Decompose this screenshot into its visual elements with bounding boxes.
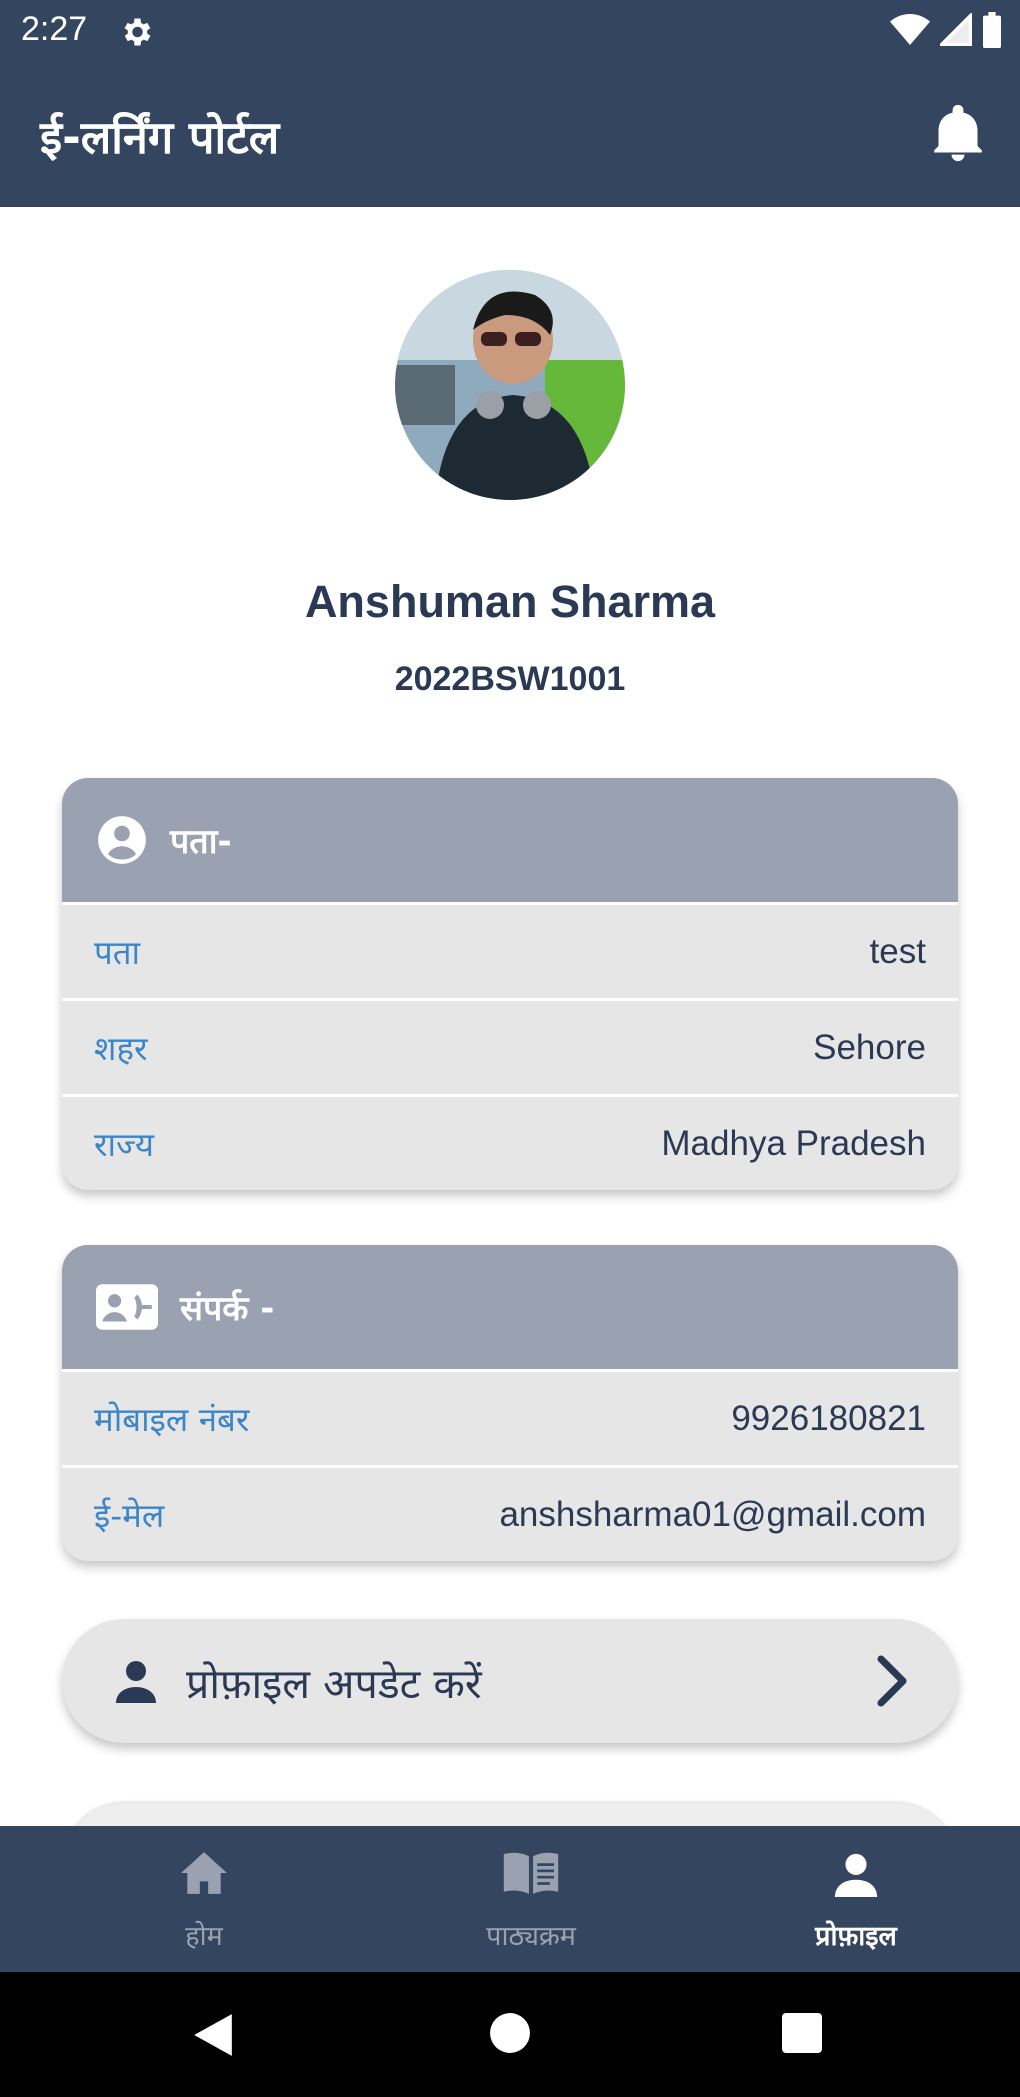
chevron-right-icon bbox=[877, 1655, 907, 1707]
nav-profile[interactable]: प्रोफ़ाइल bbox=[686, 1826, 1020, 1972]
state-label: राज्य bbox=[94, 1125, 155, 1164]
nav-home[interactable]: होम bbox=[34, 1826, 374, 1972]
home-circle-icon[interactable] bbox=[489, 2012, 531, 2054]
status-time: 2:27 bbox=[21, 10, 88, 48]
nav-courses[interactable]: पाठ्यक्रम bbox=[361, 1826, 701, 1972]
home-icon bbox=[181, 1852, 227, 1894]
profile-name: Anshuman Sharma bbox=[304, 576, 716, 627]
profile-photo bbox=[395, 270, 625, 500]
contact-card-header: संपर्क - bbox=[62, 1245, 958, 1369]
address-card-header: पता- bbox=[62, 778, 958, 902]
email-row: ई-मेल anshsharma01@gmail.com bbox=[62, 1465, 958, 1561]
mobile-row: मोबाइल नंबर 9926180821 bbox=[62, 1369, 958, 1465]
book-icon bbox=[503, 1852, 559, 1894]
back-icon[interactable] bbox=[192, 2012, 234, 2058]
address-card-title: पता- bbox=[170, 822, 232, 862]
email-label: ई-मेल bbox=[94, 1496, 165, 1535]
update-profile-label: प्रोफ़ाइल अपडेट करें bbox=[186, 1660, 482, 1708]
profile-id: 2022BSW1001 bbox=[394, 660, 626, 698]
nav-courses-label: पाठ्यक्रम bbox=[486, 1921, 576, 1952]
app-title: ई-लर्निंग पोर्टल bbox=[40, 111, 280, 164]
nav-profile-label: प्रोफ़ाइल bbox=[815, 1921, 897, 1952]
notification-bell-icon[interactable] bbox=[932, 104, 984, 162]
app-bar: ई-लर्निंग पोर्टल bbox=[0, 62, 1020, 207]
person-icon bbox=[834, 1853, 878, 1897]
email-value: anshsharma01@gmail.com bbox=[499, 1494, 926, 1534]
contact-card: संपर्क - मोबाइल नंबर 9926180821 ई-मेल an… bbox=[62, 1245, 958, 1561]
person-icon bbox=[116, 1661, 156, 1703]
state-value: Madhya Pradesh bbox=[661, 1123, 926, 1163]
contact-phone-icon bbox=[96, 1284, 158, 1330]
recents-square-icon[interactable] bbox=[782, 2013, 822, 2053]
nav-home-label: होम bbox=[185, 1921, 223, 1952]
contact-card-title: संपर्क - bbox=[180, 1289, 275, 1329]
address-card: पता- पता test शहर Sehore राज्य Madhya Pr… bbox=[62, 778, 958, 1190]
address-row: पता test bbox=[62, 902, 958, 998]
mobile-label: मोबाइल नंबर bbox=[94, 1400, 250, 1439]
city-row: शहर Sehore bbox=[62, 998, 958, 1094]
avatar bbox=[395, 270, 625, 500]
state-row: राज्य Madhya Pradesh bbox=[62, 1094, 958, 1190]
address-label: पता bbox=[94, 933, 141, 972]
address-value: test bbox=[869, 931, 926, 971]
system-navigation-bar bbox=[0, 1972, 1020, 2097]
city-value: Sehore bbox=[813, 1027, 926, 1067]
mobile-value: 9926180821 bbox=[731, 1398, 926, 1438]
wifi-icon bbox=[890, 14, 930, 45]
account-circle-icon bbox=[98, 816, 146, 864]
status-bar: 2:27 bbox=[0, 0, 1020, 62]
update-profile-button[interactable]: प्रोफ़ाइल अपडेट करें bbox=[62, 1619, 958, 1743]
settings-gear-icon bbox=[124, 18, 151, 46]
signal-icon bbox=[940, 13, 972, 46]
city-label: शहर bbox=[94, 1029, 148, 1068]
bottom-navigation: होम पाठ्यक्रम प्रोफ़ाइल bbox=[0, 1826, 1020, 1972]
battery-icon bbox=[983, 12, 1001, 48]
